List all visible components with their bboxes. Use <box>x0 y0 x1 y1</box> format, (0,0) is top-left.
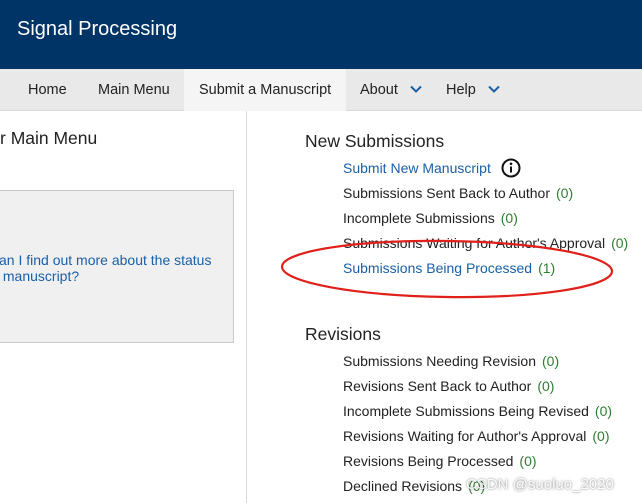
incomplete-submissions-label: Incomplete Submissions <box>343 210 495 226</box>
watermark-text: CSDN @suoluo_2020 <box>466 476 614 493</box>
chevron-down-icon <box>488 85 500 93</box>
nav-submit-manuscript[interactable]: Submit a Manuscript <box>184 69 347 111</box>
item-count: (1) <box>538 260 556 276</box>
item-count: (0) <box>519 453 537 469</box>
nav-help[interactable]: Help <box>446 69 500 111</box>
item-count: (0) <box>594 403 613 419</box>
list-item: Revisions Waiting for Author's Approval (… <box>343 428 610 444</box>
list-item: Submissions Being Processed (1) <box>343 260 555 276</box>
nav-about[interactable]: About <box>360 69 422 111</box>
chevron-down-icon <box>410 85 422 93</box>
revisions-waiting-approval-label: Revisions Waiting for Author's Approval <box>343 428 587 444</box>
revisions-being-processed-label: Revisions Being Processed <box>343 453 514 469</box>
submit-new-manuscript-item: Submit New Manuscript <box>343 158 521 178</box>
item-count: (0) <box>542 353 560 369</box>
item-count: (0) <box>592 428 610 444</box>
top-navigation: Home Main Menu Submit a Manuscript About… <box>0 69 642 111</box>
list-item: Revisions Being Processed (0) <box>343 453 537 469</box>
column-divider <box>246 111 247 503</box>
main-menu-heading: r Main Menu <box>0 128 98 148</box>
item-count: (0) <box>556 185 574 201</box>
list-item: Revisions Sent Back to Author (0) <box>343 378 554 394</box>
nav-help-label: Help <box>446 82 476 98</box>
item-count: (0) <box>537 378 555 394</box>
app-header: Signal Processing <box>0 0 642 69</box>
journal-title[interactable]: Signal Processing <box>17 18 177 41</box>
faq-panel: an I find out more about the status manu… <box>0 190 234 343</box>
item-count: (0) <box>500 210 518 226</box>
submissions-being-processed-link[interactable]: Submissions Being Processed <box>343 260 532 276</box>
list-item: Submissions Sent Back to Author (0) <box>343 185 573 201</box>
list-item: Incomplete Submissions Being Revised (0) <box>343 403 612 419</box>
list-item: Declined Revisions (0) <box>343 478 485 494</box>
nav-about-label: About <box>360 82 398 98</box>
nav-home[interactable]: Home <box>28 69 67 111</box>
list-item: Submissions Waiting for Author's Approva… <box>343 235 628 251</box>
declined-revisions-label: Declined Revisions <box>343 478 463 494</box>
info-icon[interactable] <box>501 158 521 178</box>
list-item: Submissions Needing Revision (0) <box>343 353 559 369</box>
submit-new-manuscript-link[interactable]: Submit New Manuscript <box>343 160 491 176</box>
nav-main-menu[interactable]: Main Menu <box>98 69 170 111</box>
incomplete-revised-label: Incomplete Submissions Being Revised <box>343 403 589 419</box>
revisions-sent-back-label: Revisions Sent Back to Author <box>343 378 532 394</box>
needing-revision-label: Submissions Needing Revision <box>343 353 536 369</box>
list-item: Incomplete Submissions (0) <box>343 210 518 226</box>
status-faq-link[interactable]: an I find out more about the status manu… <box>0 252 229 284</box>
waiting-approval-label: Submissions Waiting for Author's Approva… <box>343 235 606 251</box>
item-count: (0) <box>611 235 629 251</box>
new-submissions-heading: New Submissions <box>305 131 445 151</box>
submissions-sent-back-label: Submissions Sent Back to Author <box>343 185 550 201</box>
revisions-heading: Revisions <box>305 324 381 344</box>
